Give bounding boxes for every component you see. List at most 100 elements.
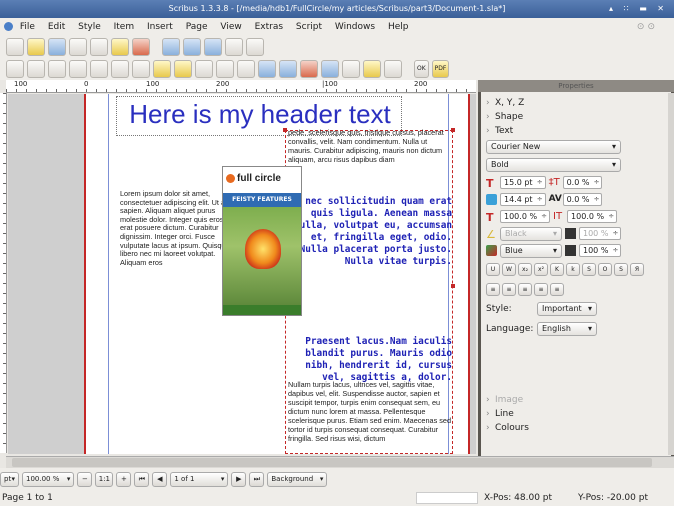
small-caps-icon[interactable]: k xyxy=(566,262,580,276)
strikethrough-icon[interactable]: S xyxy=(582,262,596,276)
page-select[interactable]: 1 of 1 xyxy=(170,471,229,487)
open-icon[interactable] xyxy=(27,38,45,56)
units-select[interactable]: pt xyxy=(0,471,19,487)
vertical-scrollbar[interactable] xyxy=(668,93,674,455)
all-caps-icon[interactable]: K xyxy=(550,262,564,276)
subscript-icon[interactable]: x₂ xyxy=(518,262,532,276)
underline-words-icon[interactable]: W xyxy=(502,262,516,276)
zoom-ratio-button[interactable]: 1:1 xyxy=(95,471,114,487)
align-right-icon[interactable]: ≡ xyxy=(518,282,532,296)
font-family-select[interactable]: Courier New xyxy=(486,140,621,154)
image-frame-icon[interactable] xyxy=(48,60,66,78)
font-style-select[interactable]: Bold xyxy=(486,158,621,172)
style-select[interactable]: Important xyxy=(537,302,597,316)
menu-view[interactable]: View xyxy=(220,22,241,32)
edit-contents-icon[interactable] xyxy=(258,60,276,78)
menu-file[interactable]: File xyxy=(20,22,35,32)
shape-icon[interactable] xyxy=(90,60,108,78)
zoom-in-icon[interactable]: + xyxy=(116,471,132,487)
window-controls[interactable]: ▴ ∷ ▬ ✕ xyxy=(609,0,668,18)
menu-edit[interactable]: Edit xyxy=(48,22,65,32)
pdf-button[interactable]: PDF xyxy=(431,60,450,78)
section-xyz[interactable]: X, Y, Z xyxy=(481,96,671,110)
menu-insert[interactable]: Insert xyxy=(147,22,173,32)
unlink-frames-icon[interactable] xyxy=(300,60,318,78)
language-select[interactable]: English xyxy=(537,322,597,336)
stroke-shade-input[interactable]: 100 % xyxy=(579,227,622,240)
select-icon[interactable] xyxy=(6,60,24,78)
polygon-icon[interactable] xyxy=(111,60,129,78)
line-spacing-input[interactable]: 14.4 pt xyxy=(500,193,546,206)
menu-style[interactable]: Style xyxy=(78,22,101,32)
width-scale-input[interactable]: 100.0 % xyxy=(500,210,551,223)
document-canvas[interactable]: Here is my header text pede, scelerisque… xyxy=(8,94,476,454)
bezier-icon[interactable] xyxy=(153,60,171,78)
menu-item[interactable]: Item xyxy=(114,22,135,32)
prev-page-icon[interactable]: ◀ xyxy=(152,471,168,487)
save-icon[interactable] xyxy=(48,38,66,56)
line-icon[interactable] xyxy=(132,60,150,78)
new-icon[interactable] xyxy=(6,38,24,56)
section-text[interactable]: Text xyxy=(481,124,671,138)
menu-extras[interactable]: Extras xyxy=(255,22,283,32)
text-frame-icon[interactable] xyxy=(27,60,45,78)
magazine-cover-image[interactable]: full circle FEISTY FEATURES xyxy=(222,166,302,316)
section-line[interactable]: Line xyxy=(481,407,671,421)
shadow-icon[interactable]: S xyxy=(614,262,628,276)
section-colours[interactable]: Colours xyxy=(481,421,671,435)
measure-icon[interactable] xyxy=(321,60,339,78)
first-page-icon[interactable]: ⏮ xyxy=(134,471,150,487)
align-left-icon[interactable]: ≡ xyxy=(486,282,500,296)
layer-select[interactable]: Background xyxy=(267,471,328,487)
file-toolbar xyxy=(0,36,674,58)
zoom-select[interactable]: 100.00 % xyxy=(22,471,75,487)
fill-shade-input[interactable]: 100 % xyxy=(579,244,622,257)
fill-color-select[interactable]: Blue xyxy=(500,243,562,258)
next-page-icon[interactable]: ▶ xyxy=(231,471,247,487)
pdf-tools-icon[interactable] xyxy=(384,60,402,78)
copy-properties-icon[interactable] xyxy=(342,60,360,78)
selection-handle[interactable] xyxy=(451,284,455,288)
height-scale-input[interactable]: 100.0 % xyxy=(567,210,618,223)
pdf-ok-button[interactable]: OK xyxy=(414,60,429,78)
outline-icon[interactable]: O xyxy=(598,262,612,276)
stroke-color-select[interactable]: Black xyxy=(500,226,562,241)
align-center-icon[interactable]: ≡ xyxy=(502,282,516,296)
preflight-icon[interactable] xyxy=(111,38,129,56)
edit-text-icon[interactable] xyxy=(237,60,255,78)
export-pdf-icon[interactable] xyxy=(132,38,150,56)
menu-page[interactable]: Page xyxy=(186,22,208,32)
eyedropper-icon[interactable] xyxy=(363,60,381,78)
close-icon[interactable] xyxy=(69,38,87,56)
paste-icon[interactable] xyxy=(246,38,264,56)
zoom-out-icon[interactable]: − xyxy=(77,471,93,487)
underline-icon[interactable]: U xyxy=(486,262,500,276)
menu-script[interactable]: Script xyxy=(296,22,322,32)
document-page[interactable]: Here is my header text pede, scelerisque… xyxy=(84,94,470,454)
selection-handle[interactable] xyxy=(283,128,287,132)
print-icon[interactable] xyxy=(90,38,108,56)
menu-help[interactable]: Help xyxy=(388,22,409,32)
cut-icon[interactable] xyxy=(204,38,222,56)
freehand-icon[interactable] xyxy=(174,60,192,78)
section-shape[interactable]: Shape xyxy=(481,110,671,124)
section-image[interactable]: Image xyxy=(481,393,671,407)
horizontal-scrollbar[interactable] xyxy=(6,456,674,468)
emboss-icon[interactable]: Я xyxy=(630,262,644,276)
align-forced-icon[interactable]: ≡ xyxy=(550,282,564,296)
link-frames-icon[interactable] xyxy=(279,60,297,78)
align-block-icon[interactable]: ≡ xyxy=(534,282,548,296)
undo-icon[interactable] xyxy=(162,38,180,56)
scroll-thumb[interactable] xyxy=(12,458,652,467)
zoom-icon[interactable] xyxy=(216,60,234,78)
rotate-icon[interactable] xyxy=(195,60,213,78)
copy-icon[interactable] xyxy=(225,38,243,56)
last-page-icon[interactable]: ⏭ xyxy=(249,471,265,487)
redo-icon[interactable] xyxy=(183,38,201,56)
kerning-input[interactable]: 0.0 % xyxy=(562,176,603,189)
tracking-input[interactable]: 0.0 % xyxy=(562,193,603,206)
font-size-input[interactable]: 15.0 pt xyxy=(500,176,546,189)
table-icon[interactable] xyxy=(69,60,87,78)
superscript-icon[interactable]: x² xyxy=(534,262,548,276)
menu-windows[interactable]: Windows xyxy=(335,22,375,32)
